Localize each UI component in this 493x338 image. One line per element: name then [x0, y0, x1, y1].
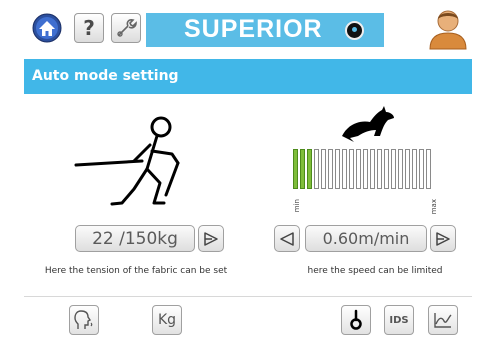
- speed-level-segment: [419, 149, 424, 189]
- wrench-icon: [117, 19, 137, 37]
- brand-name: SUPERIOR: [184, 15, 323, 43]
- speed-level-segment: [335, 149, 340, 189]
- speed-level-segment: [356, 149, 361, 189]
- face-sound-icon: [74, 310, 93, 329]
- user-icon: [429, 10, 467, 50]
- speed-level-segment: [314, 149, 319, 189]
- speed-level-segment: [405, 149, 410, 189]
- max-label: max: [430, 199, 438, 215]
- help-icon: ?: [83, 16, 95, 40]
- brand-banner: SUPERIOR: [146, 13, 384, 47]
- home-button[interactable]: [31, 13, 63, 43]
- speed-level-segment: [391, 149, 396, 189]
- graph-button[interactable]: [428, 305, 458, 335]
- speed-level-segment: [293, 149, 298, 189]
- pulling-stickman-illustration: [74, 116, 180, 206]
- speed-level-segment: [377, 149, 382, 189]
- arrow-right-icon: [204, 231, 218, 246]
- speed-caption: here the speed can be limited: [307, 266, 443, 276]
- tension-value-field[interactable]: 22 /150kg: [75, 225, 195, 252]
- speed-increase-button[interactable]: [430, 225, 456, 252]
- speed-level-segment: [398, 149, 403, 189]
- speed-level-segment: [412, 149, 417, 189]
- speed-level-segment: [349, 149, 354, 189]
- kg-button[interactable]: Kg: [152, 305, 182, 335]
- rabbit-icon: [342, 106, 394, 142]
- top-bar: ? SUPERIOR: [0, 0, 493, 55]
- speed-level-bar: [293, 149, 433, 189]
- probe-icon: [350, 309, 362, 330]
- tension-increase-button[interactable]: [198, 225, 224, 252]
- speed-level-segment: [328, 149, 333, 189]
- speed-level-segment: [321, 149, 326, 189]
- speed-level-segment: [363, 149, 368, 189]
- voice-button[interactable]: [69, 305, 99, 335]
- graph-icon: [434, 313, 452, 328]
- speed-level-segment: [300, 149, 305, 189]
- home-icon: [32, 13, 62, 43]
- help-button[interactable]: ?: [74, 13, 104, 43]
- kg-icon: Kg: [157, 312, 177, 328]
- knob-icon: [345, 21, 364, 40]
- arrow-right-icon: [436, 231, 450, 246]
- tools-button[interactable]: [111, 13, 141, 43]
- speed-value-field[interactable]: 0.60m/min: [305, 225, 427, 252]
- probe-button[interactable]: [341, 305, 371, 335]
- speed-level-segment: [426, 149, 431, 189]
- speed-level-segment: [342, 149, 347, 189]
- speed-level-segment: [370, 149, 375, 189]
- speed-level-segment: [307, 149, 312, 189]
- page-title: Auto mode setting: [24, 59, 472, 94]
- tension-caption: Here the tension of the fabric can be se…: [44, 266, 228, 276]
- speed-decrease-button[interactable]: [274, 225, 300, 252]
- ids-button[interactable]: IDS: [384, 305, 414, 335]
- speed-level-segment: [384, 149, 389, 189]
- arrow-left-icon: [280, 231, 294, 246]
- user-button[interactable]: [427, 6, 469, 50]
- ids-icon: IDS: [389, 314, 409, 326]
- min-label: min: [293, 199, 301, 213]
